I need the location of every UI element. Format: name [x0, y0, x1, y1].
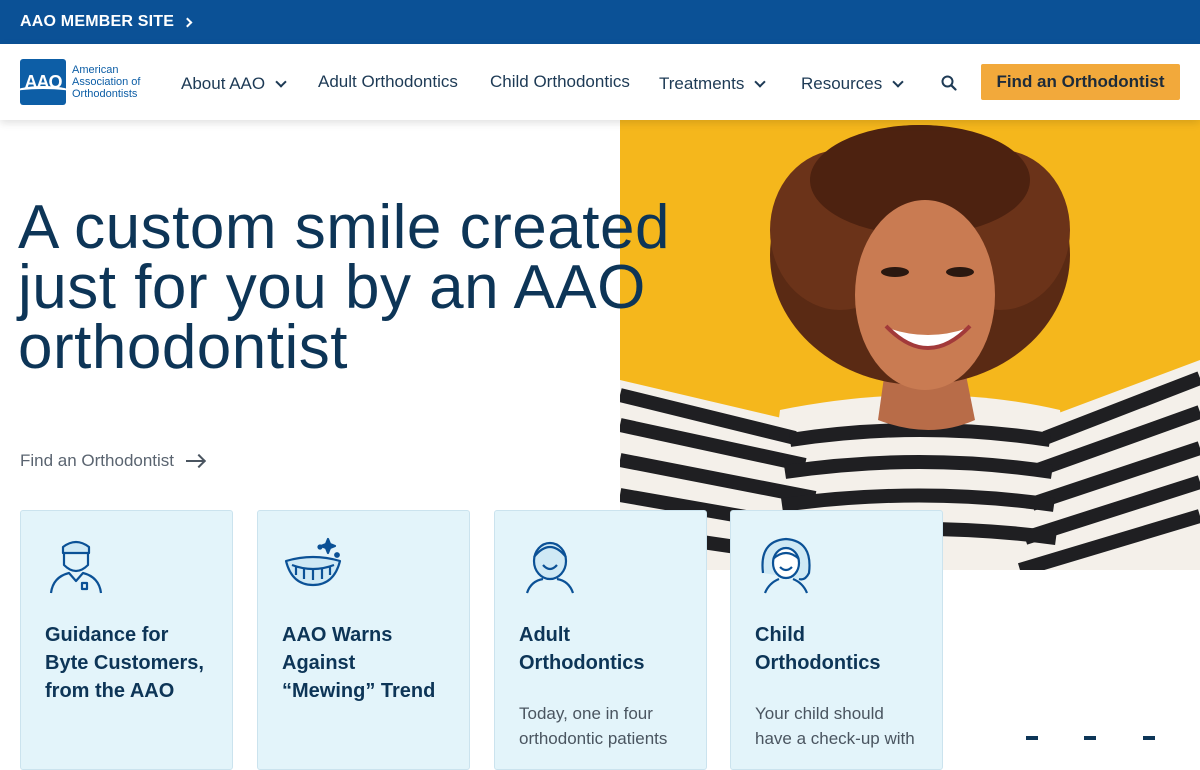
find-orthodontist-button[interactable]: Find an Orthodontist — [981, 64, 1180, 100]
nav-item-resources[interactable]: Resources — [801, 74, 904, 94]
main-navigation: AAO American Association of Orthodontist… — [0, 44, 1200, 120]
card-title: AAO Warns Against “Mewing” Trend — [282, 624, 436, 702]
chevron-right-icon — [182, 17, 193, 27]
card-byte-guidance[interactable]: Guidance for Byte Customers, from the AA… — [20, 510, 233, 770]
nav-item-label: Adult Orthodontics — [318, 72, 458, 91]
nav-item-child-orthodontics[interactable]: Child Orthodontics — [490, 72, 630, 92]
nav-item-label: Treatments — [659, 74, 745, 93]
chevron-down-icon — [754, 75, 767, 88]
aao-logo[interactable]: AAO American Association of Orthodontist… — [20, 59, 152, 105]
logo-line-2: Association of — [72, 76, 141, 88]
card-title: Adult Orthodontics — [519, 624, 645, 674]
card-child-orthodontics[interactable]: Child Orthodontics Your child should hav… — [730, 510, 943, 770]
member-site-link[interactable]: AAO MEMBER SITE — [20, 13, 193, 31]
card-text: Today, one in four orthodontic patients — [519, 704, 668, 748]
nav-item-label: Resources — [801, 74, 883, 93]
hero-headline: A custom smile created just for you by a… — [18, 193, 670, 382]
member-bar: AAO MEMBER SITE — [0, 0, 1200, 44]
nav-item-label: Child Orthodontics — [490, 72, 630, 91]
smile-sparkle-icon — [284, 537, 342, 587]
chevron-down-icon — [275, 75, 287, 88]
logo-mark: AAO — [20, 59, 66, 105]
logo-line-3: Orthodontists — [72, 88, 138, 100]
nav-item-about-aao[interactable]: About AAO — [181, 74, 287, 94]
carousel-indicator[interactable] — [1143, 736, 1155, 740]
card-adult-orthodontics[interactable]: Adult Orthodontics Today, one in four or… — [494, 510, 707, 770]
hero-find-orthodontist-link[interactable]: Find an Orthodontist — [20, 451, 205, 471]
logo-line-1: American — [72, 64, 119, 76]
carousel-indicator[interactable] — [1026, 736, 1038, 740]
nav-item-label: About AAO — [181, 74, 266, 93]
member-site-label: AAO MEMBER SITE — [20, 13, 175, 30]
card-mewing-warning[interactable]: AAO Warns Against “Mewing” Trend — [257, 510, 470, 770]
carousel-indicator[interactable] — [1084, 736, 1096, 740]
adult-face-icon — [525, 541, 575, 594]
card-title: Child Orthodontics — [755, 624, 881, 674]
card-title: Guidance for Byte Customers, from the AA… — [45, 624, 204, 702]
nav-item-adult-orthodontics[interactable]: Adult Orthodontics — [318, 72, 458, 92]
orthodontist-icon — [49, 540, 103, 594]
logo-wordmark: American Association of Orthodontists — [72, 64, 152, 100]
chevron-down-icon — [892, 75, 904, 88]
search-icon[interactable] — [941, 75, 957, 91]
card-text: Your child should have a check-up with — [755, 704, 915, 748]
child-face-icon — [761, 537, 811, 594]
hero-link-label: Find an Orthodontist — [20, 451, 175, 470]
nav-item-treatments[interactable]: Treatments — [659, 74, 767, 94]
arrow-right-icon — [186, 460, 205, 462]
